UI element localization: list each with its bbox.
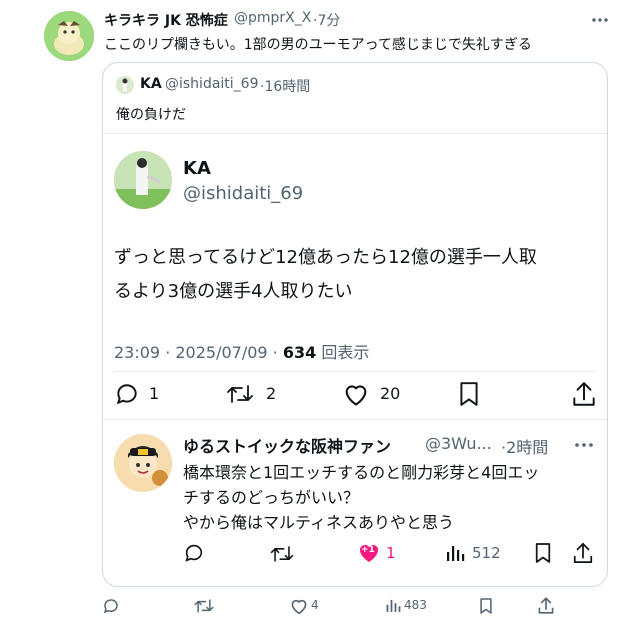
reply-more-icon[interactable] [573, 435, 595, 455]
reply-text-line3: やから俺はマルティネスありやと思う [183, 513, 455, 532]
embedded-divider-top [114, 371, 596, 372]
embedded-retweet-count: 2 [266, 384, 277, 403]
bookmark-icon[interactable] [458, 381, 480, 407]
main-like-icon[interactable] [289, 597, 309, 615]
views-label: 回表示 [316, 343, 370, 362]
reply-reply-icon[interactable] [183, 542, 205, 564]
embedded-reply-count: 1 [149, 384, 160, 403]
reply-views-count: 512 [472, 544, 501, 562]
reply-icon[interactable] [114, 381, 140, 407]
quoted-time: ·16時間 [260, 79, 311, 95]
reply-text-line1: 橋本環奈と1回エッチするのと剛力彩芽と4回エッ [183, 463, 540, 482]
main-display-name[interactable]: キラキラ JK 恐怖症 [104, 10, 228, 30]
reply-display-name[interactable]: ゆるストイックな阪神ファン [183, 433, 391, 457]
main-views-count: 483 [404, 598, 427, 612]
embedded-text-line1: ずっと思ってるけど12億あったら12億の選手一人取 [114, 247, 537, 268]
main-share-icon[interactable] [537, 596, 555, 615]
reply-text-line2: チするのどっちがいい？ [183, 488, 360, 507]
quote-divider [103, 133, 607, 134]
quoted-display-name: KA [140, 76, 162, 92]
reply-like-count: 1 [386, 544, 396, 562]
main-tweet-text: ここのリプ欄きもい。1部の男のユーモアって感じまじで失礼すぎる [104, 37, 532, 53]
embedded-text-line2: るより3億の選手4人取りたい [114, 281, 353, 302]
reply-like-badge: +1 [361, 545, 375, 555]
main-like-count: 4 [311, 598, 319, 612]
embedded-like-count: 20 [380, 384, 401, 403]
main-bookmark-icon[interactable] [479, 597, 493, 615]
quote-card[interactable]: KA @ishidaiti_69 ·16時間 俺の負けだ KA @ishidai… [102, 62, 608, 587]
share-icon[interactable] [571, 380, 597, 408]
main-time[interactable]: ·7分 [313, 10, 340, 30]
main-views-icon[interactable] [385, 597, 401, 614]
timestamp-text[interactable]: 23:09 · 2025/07/09 · [114, 343, 283, 362]
reply-time[interactable]: ·2時間 [501, 434, 548, 458]
quoted-text: 俺の負けだ [116, 107, 186, 123]
main-handle[interactable]: @pmprX_X [234, 10, 311, 26]
reply-views-icon[interactable] [445, 543, 465, 563]
reply-retweet-icon[interactable] [269, 543, 295, 565]
main-reply-icon[interactable] [102, 597, 120, 615]
embedded-timestamp: 23:09 · 2025/07/09 · 634 回表示 [114, 339, 369, 363]
reply-share-icon[interactable] [572, 541, 594, 565]
retweet-icon[interactable] [225, 381, 255, 407]
main-retweet-icon[interactable] [193, 597, 215, 615]
like-icon[interactable] [342, 381, 370, 407]
quoted-handle: @ishidaiti_69 [165, 76, 259, 92]
more-icon[interactable] [590, 10, 610, 30]
embedded-avatar[interactable] [114, 151, 172, 209]
views-count: 634 [282, 343, 317, 362]
embedded-handle[interactable]: @ishidaiti_69 [183, 183, 303, 204]
quoted-avatar [116, 76, 134, 94]
reply-bookmark-icon[interactable] [534, 542, 552, 564]
reply-handle[interactable]: @3Wu... [425, 434, 492, 453]
embedded-display-name[interactable]: KA [183, 158, 211, 179]
embedded-divider-bottom [103, 419, 607, 420]
reply-avatar[interactable] [114, 434, 172, 492]
main-avatar[interactable] [44, 11, 94, 61]
